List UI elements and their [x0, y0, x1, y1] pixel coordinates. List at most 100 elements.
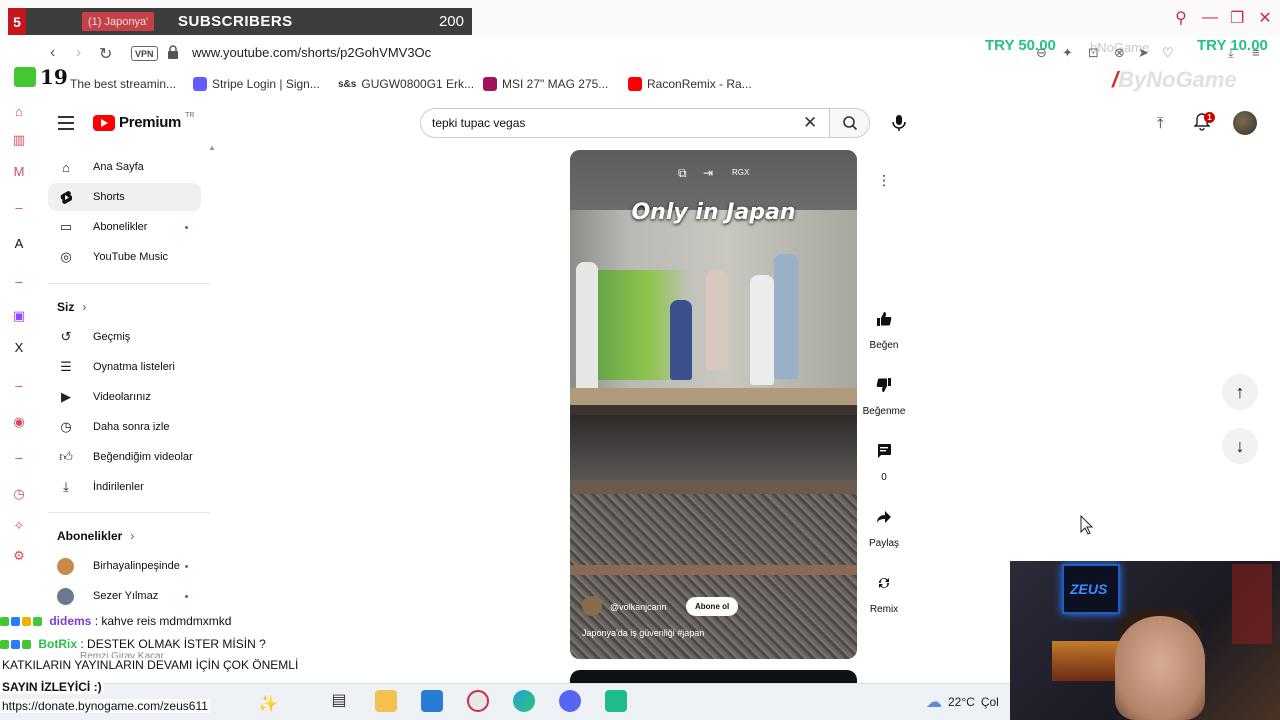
file-explorer-icon[interactable]	[375, 690, 397, 712]
webcam-neon-text: ZEUS	[1070, 581, 1108, 597]
edge-icon[interactable]	[513, 690, 535, 712]
sidebar-item-your-videos[interactable]: ▶ Videolarınız	[48, 383, 201, 411]
zoom-icon[interactable]: ⊖	[1036, 45, 1047, 61]
stripe-icon	[193, 77, 207, 91]
sidebar-item-subscriptions[interactable]: ▭ Abonelikler	[48, 213, 201, 241]
new-content-dot	[185, 594, 188, 598]
sidebar-divider	[48, 512, 210, 513]
share-icon	[877, 511, 891, 523]
gmail-icon[interactable]: M	[11, 164, 27, 180]
app-icon-a[interactable]: A	[11, 236, 27, 252]
remix-label: Remix	[869, 604, 899, 615]
subscribers-label: SUBSCRIBERS	[178, 13, 293, 30]
microphone-icon	[892, 115, 906, 131]
sidebar-item-label: Shorts	[93, 191, 125, 203]
close-icon[interactable]: ✕	[1258, 8, 1272, 28]
menu-icon[interactable]: ≡	[1252, 45, 1260, 60]
comments-button[interactable]: 0	[858, 436, 910, 483]
sidebar-you-heading[interactable]: Siz ›	[57, 300, 86, 314]
puzzle-icon[interactable]: ✧	[11, 518, 27, 534]
send-icon[interactable]: ➤	[1138, 45, 1149, 61]
sidebar-item-home[interactable]: ⌂ Ana Sayfa	[48, 153, 201, 181]
thumbs-down-icon	[876, 378, 891, 392]
more-options-icon[interactable]: ⋮	[871, 167, 897, 193]
sas-icon: s&s	[338, 78, 357, 90]
task-view-icon[interactable]: ▤	[328, 690, 350, 712]
watch-later-icon: ◷	[60, 419, 72, 434]
maximize-icon[interactable]: ❐	[1230, 8, 1244, 28]
pin-icon[interactable]: ✦	[1062, 45, 1073, 61]
short-video-player[interactable]: ⧉ ⇥ RGX Only in Japan @volkanjcann Abone…	[570, 150, 857, 659]
music-icon: ◎	[60, 249, 72, 264]
expand-icon[interactable]: ⇥	[703, 166, 713, 180]
extension-badge: RGX	[732, 168, 750, 177]
pip-icon[interactable]: ⧉	[678, 166, 687, 181]
sidebar-channel-1[interactable]: Birhayalinpeşinde	[48, 552, 201, 580]
heart-icon[interactable]: ♡	[1162, 45, 1174, 61]
microphone-button[interactable]	[886, 110, 912, 136]
opera-icon[interactable]	[467, 690, 489, 712]
downloads-icon[interactable]: ⤓	[1228, 45, 1234, 61]
store-icon[interactable]	[421, 690, 443, 712]
settings-icon[interactable]: ⚙	[11, 548, 27, 564]
sidebar-item-music[interactable]: ◎ YouTube Music	[48, 243, 201, 271]
discord-icon[interactable]	[559, 690, 581, 712]
subscriptions-heading-label: Abonelikler	[57, 529, 123, 543]
account-avatar[interactable]	[1233, 111, 1257, 135]
like-button[interactable]: Beğen	[858, 304, 910, 351]
play-icon[interactable]: ◉	[11, 414, 27, 430]
weather-widget[interactable]: ☁ 22°C Çol	[926, 692, 999, 712]
bookmark-2[interactable]: Stripe Login | Sign...	[193, 77, 320, 91]
share-button[interactable]: Paylaş	[858, 502, 910, 549]
search-icon[interactable]: ⚲	[1174, 8, 1188, 28]
twitch-icon[interactable]: ▣	[11, 308, 27, 324]
arrow-up-icon: ↑	[1235, 381, 1245, 402]
vpn-badge[interactable]: VPN	[131, 46, 158, 61]
bookmark-3[interactable]: s&s GUGW0800G1 Erk...	[338, 77, 474, 91]
subscribe-button[interactable]: Abone ol	[686, 597, 739, 616]
sidebar-item-playlists[interactable]: ☰ Oynatma listeleri	[48, 353, 201, 381]
dislike-button[interactable]: Beğenme	[858, 370, 910, 417]
bookmark-1[interactable]: The best streamin...	[70, 77, 176, 91]
x-icon[interactable]: X	[11, 340, 27, 356]
divider-icon: –	[15, 450, 23, 465]
bookmark-4[interactable]: MSI 27" MAG 275...	[483, 77, 608, 91]
address-bar[interactable]: www.youtube.com/shorts/p2GohVMV3Oc	[192, 45, 431, 60]
youtube-logo[interactable]: Premium TR	[93, 112, 194, 131]
app-icon-2[interactable]: ▥	[11, 132, 27, 148]
screenshot-icon[interactable]: ⊡	[1088, 45, 1099, 61]
cloud-icon: ☁	[926, 694, 942, 711]
app-icon-1[interactable]: ⌂	[11, 104, 27, 120]
sidebar-item-label: Videolarınız	[93, 391, 151, 403]
short-caption[interactable]: Japonya'da iş güvenliği #japan	[582, 628, 704, 638]
block-icon[interactable]: ⊗	[1114, 45, 1125, 61]
back-icon[interactable]: ‹	[50, 44, 55, 62]
bookmark-label: RaconRemix - Ra...	[647, 77, 752, 91]
search-button[interactable]	[829, 108, 870, 138]
obs-icon[interactable]	[605, 690, 627, 712]
reload-icon[interactable]: ↻	[99, 44, 112, 64]
forward-icon[interactable]: ›	[76, 44, 81, 62]
guide-menu-icon[interactable]	[58, 116, 74, 134]
search-input[interactable]: tepki tupac vegas	[432, 116, 525, 130]
chat-username: didems	[49, 614, 92, 628]
clear-icon[interactable]: ✕	[803, 113, 817, 133]
sidebar-channel-2[interactable]: Sezer Yılmaz	[48, 582, 201, 610]
remix-button[interactable]: Remix	[858, 568, 910, 615]
minimize-icon[interactable]: —	[1202, 9, 1218, 27]
sidebar-item-downloads[interactable]: ⤓ İndirilenler	[48, 473, 201, 501]
bookmark-5[interactable]: RaconRemix - Ra...	[628, 77, 752, 91]
sidebar-item-history[interactable]: ↺ Geçmiş	[48, 323, 201, 351]
sidebar-subscriptions-heading[interactable]: Abonelikler ›	[57, 529, 134, 543]
sidebar-item-shorts[interactable]: Shorts	[48, 183, 201, 211]
browser-tab[interactable]: (1) Japonya'	[82, 12, 155, 31]
clock-icon[interactable]: ◷	[11, 486, 27, 502]
next-short-button[interactable]: ↓	[1222, 428, 1258, 464]
creator-handle[interactable]: @volkanjcann	[610, 602, 667, 612]
creator-avatar[interactable]	[582, 596, 602, 616]
previous-short-button[interactable]: ↑	[1222, 374, 1258, 410]
sidebar-item-watch-later[interactable]: ◷ Daha sonra izle	[48, 413, 201, 441]
sidebar-scroll-up-icon[interactable]: ▲	[208, 143, 216, 152]
upload-icon[interactable]: ⤒	[1157, 115, 1164, 132]
sidebar-item-liked[interactable]: 👍︎ Beğendiğim videolar	[48, 443, 201, 471]
